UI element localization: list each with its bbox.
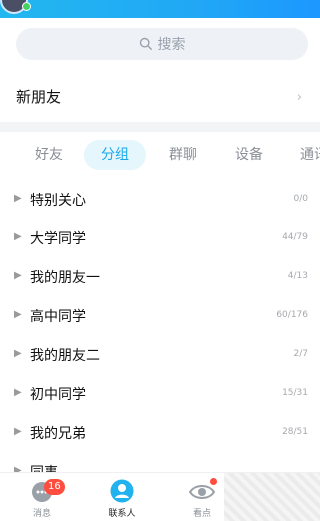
nav-messages-label: 消息 — [32, 509, 51, 519]
group-count: 2/7 — [293, 349, 308, 359]
contact-tabs: 好友 分组 群聊 设备 通讯 — [0, 140, 320, 172]
tab-devices[interactable]: 设备 — [232, 140, 266, 170]
group-count: 44/79 — [282, 232, 308, 242]
group-row[interactable]: ▶ 大学同学 44/79 — [0, 220, 320, 258]
group-row[interactable]: ▶ 初中同学 15/31 — [0, 376, 320, 414]
online-status-dot — [22, 2, 31, 11]
group-row[interactable]: ▶ 我的兄弟 28/51 — [0, 415, 320, 453]
bottom-navigation: 16 消息 联系人 看点 — [0, 472, 320, 521]
blurred-area — [224, 473, 320, 521]
group-count: 0/0 — [293, 194, 308, 204]
caret-right-icon: ▶ — [14, 231, 22, 242]
group-name: 初中同学 — [30, 387, 86, 403]
chevron-right-icon: › — [296, 90, 302, 105]
notification-dot — [210, 478, 217, 485]
group-row[interactable]: ▶ 我的朋友一 4/13 — [0, 259, 320, 297]
tab-group-chats[interactable]: 群聊 — [166, 140, 200, 170]
top-header — [0, 0, 320, 18]
section-divider — [0, 122, 320, 132]
group-row[interactable]: ▶ 高中同学 60/176 — [0, 298, 320, 336]
search-bar[interactable]: 搜索 — [16, 28, 308, 60]
nav-look[interactable]: 看点 — [172, 473, 232, 521]
tab-contacts-book[interactable]: 通讯 — [300, 140, 320, 170]
group-name: 我的朋友一 — [30, 270, 100, 286]
tab-groups[interactable]: 分组 — [84, 140, 146, 170]
group-list: ▶ 特别关心 0/0 ▶ 大学同学 44/79 ▶ 我的朋友一 4/13 ▶ 高… — [0, 182, 320, 472]
group-name: 高中同学 — [30, 309, 86, 325]
new-friends-label: 新朋友 — [16, 88, 62, 106]
nav-contacts[interactable]: 联系人 — [92, 473, 152, 521]
caret-right-icon: ▶ — [14, 270, 22, 281]
group-name: 同事 — [30, 462, 58, 472]
person-icon — [110, 479, 134, 503]
group-name: 特别关心 — [30, 193, 86, 209]
new-friends-row[interactable]: 新朋友 › — [0, 72, 320, 122]
group-name: 大学同学 — [30, 231, 86, 247]
group-name: 我的朋友二 — [30, 348, 100, 364]
group-count: 28/51 — [282, 427, 308, 437]
caret-right-icon: ▶ — [14, 387, 22, 398]
group-row[interactable]: ▶ 我的朋友二 2/7 — [0, 337, 320, 375]
caret-right-icon: ▶ — [14, 193, 22, 204]
caret-right-icon: ▶ — [14, 426, 22, 437]
group-count: 60/176 — [276, 310, 308, 320]
caret-right-icon: ▶ — [14, 348, 22, 359]
group-count: 15/31 — [282, 388, 308, 398]
nav-contacts-label: 联系人 — [108, 509, 136, 519]
nav-look-label: 看点 — [192, 509, 211, 519]
group-row[interactable]: ▶ 同事 — [0, 454, 320, 472]
group-count: 4/13 — [287, 271, 308, 281]
group-row[interactable]: ▶ 特别关心 0/0 — [0, 182, 320, 220]
caret-right-icon: ▶ — [14, 465, 22, 472]
caret-right-icon: ▶ — [14, 309, 22, 320]
search-icon — [139, 37, 152, 50]
unread-badge: 16 — [44, 479, 65, 495]
group-name: 我的兄弟 — [30, 426, 86, 442]
tab-friends[interactable]: 好友 — [32, 140, 66, 170]
nav-messages[interactable]: 16 消息 — [12, 473, 72, 521]
search-placeholder: 搜索 — [157, 37, 186, 53]
